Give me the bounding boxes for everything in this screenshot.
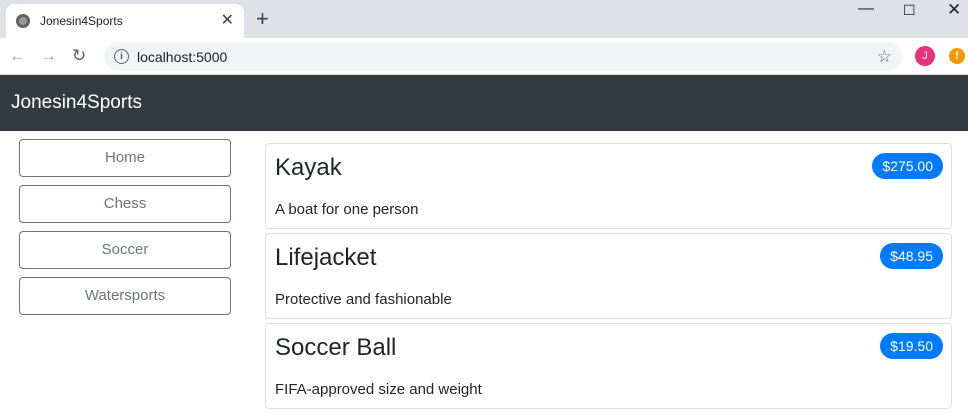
globe-icon	[16, 14, 30, 28]
window-close-icon[interactable]: ✕	[947, 0, 961, 20]
product-card: Soccer Ball $19.50 FIFA-approved size an…	[265, 323, 952, 409]
category-button-home[interactable]: Home	[19, 139, 231, 177]
maximize-icon[interactable]: ☐	[903, 2, 916, 19]
product-description: A boat for one person	[275, 201, 419, 218]
minimize-icon[interactable]: —	[858, 0, 874, 18]
info-icon[interactable]: i	[114, 49, 129, 64]
price-badge: $275.00	[872, 153, 943, 179]
new-tab-icon[interactable]: +	[256, 8, 269, 30]
update-alert-icon[interactable]: !	[949, 48, 965, 64]
browser-tab[interactable]: Jonesin4Sports ✕	[6, 4, 244, 38]
product-card: Kayak $275.00 A boat for one person	[265, 143, 952, 229]
product-card: Lifejacket $48.95 Protective and fashion…	[265, 233, 952, 319]
price-badge: $19.50	[880, 333, 943, 359]
brand-title[interactable]: Jonesin4Sports	[11, 92, 142, 114]
category-button-soccer[interactable]: Soccer	[19, 231, 231, 269]
address-bar[interactable]: i localhost:5000 ☆	[104, 42, 902, 71]
product-description: FIFA-approved size and weight	[275, 381, 482, 398]
product-list: Kayak $275.00 A boat for one person Life…	[265, 143, 952, 413]
product-name: Soccer Ball	[275, 334, 397, 361]
browser-tabstrip: Jonesin4Sports ✕ + — ☐ ✕	[0, 0, 968, 38]
reload-icon[interactable]: ↻	[72, 46, 86, 66]
bookmark-star-icon[interactable]: ☆	[877, 47, 892, 67]
profile-avatar[interactable]: J	[915, 46, 935, 66]
url-text[interactable]: localhost:5000	[137, 49, 877, 65]
product-name: Lifejacket	[275, 244, 377, 271]
category-sidebar: Home Chess Soccer Watersports	[19, 139, 231, 323]
category-button-chess[interactable]: Chess	[19, 185, 231, 223]
app-navbar: Jonesin4Sports	[0, 75, 968, 131]
tab-title: Jonesin4Sports	[40, 14, 123, 28]
browser-toolbar: ← → ↻ i localhost:5000 ☆ J !	[0, 38, 968, 75]
category-button-watersports[interactable]: Watersports	[19, 277, 231, 315]
product-name: Kayak	[275, 154, 342, 181]
price-badge: $48.95	[880, 243, 943, 269]
forward-arrow-icon[interactable]: →	[40, 46, 57, 66]
close-tab-icon[interactable]: ✕	[221, 13, 234, 29]
product-description: Protective and fashionable	[275, 291, 452, 308]
back-arrow-icon[interactable]: ←	[9, 46, 26, 66]
